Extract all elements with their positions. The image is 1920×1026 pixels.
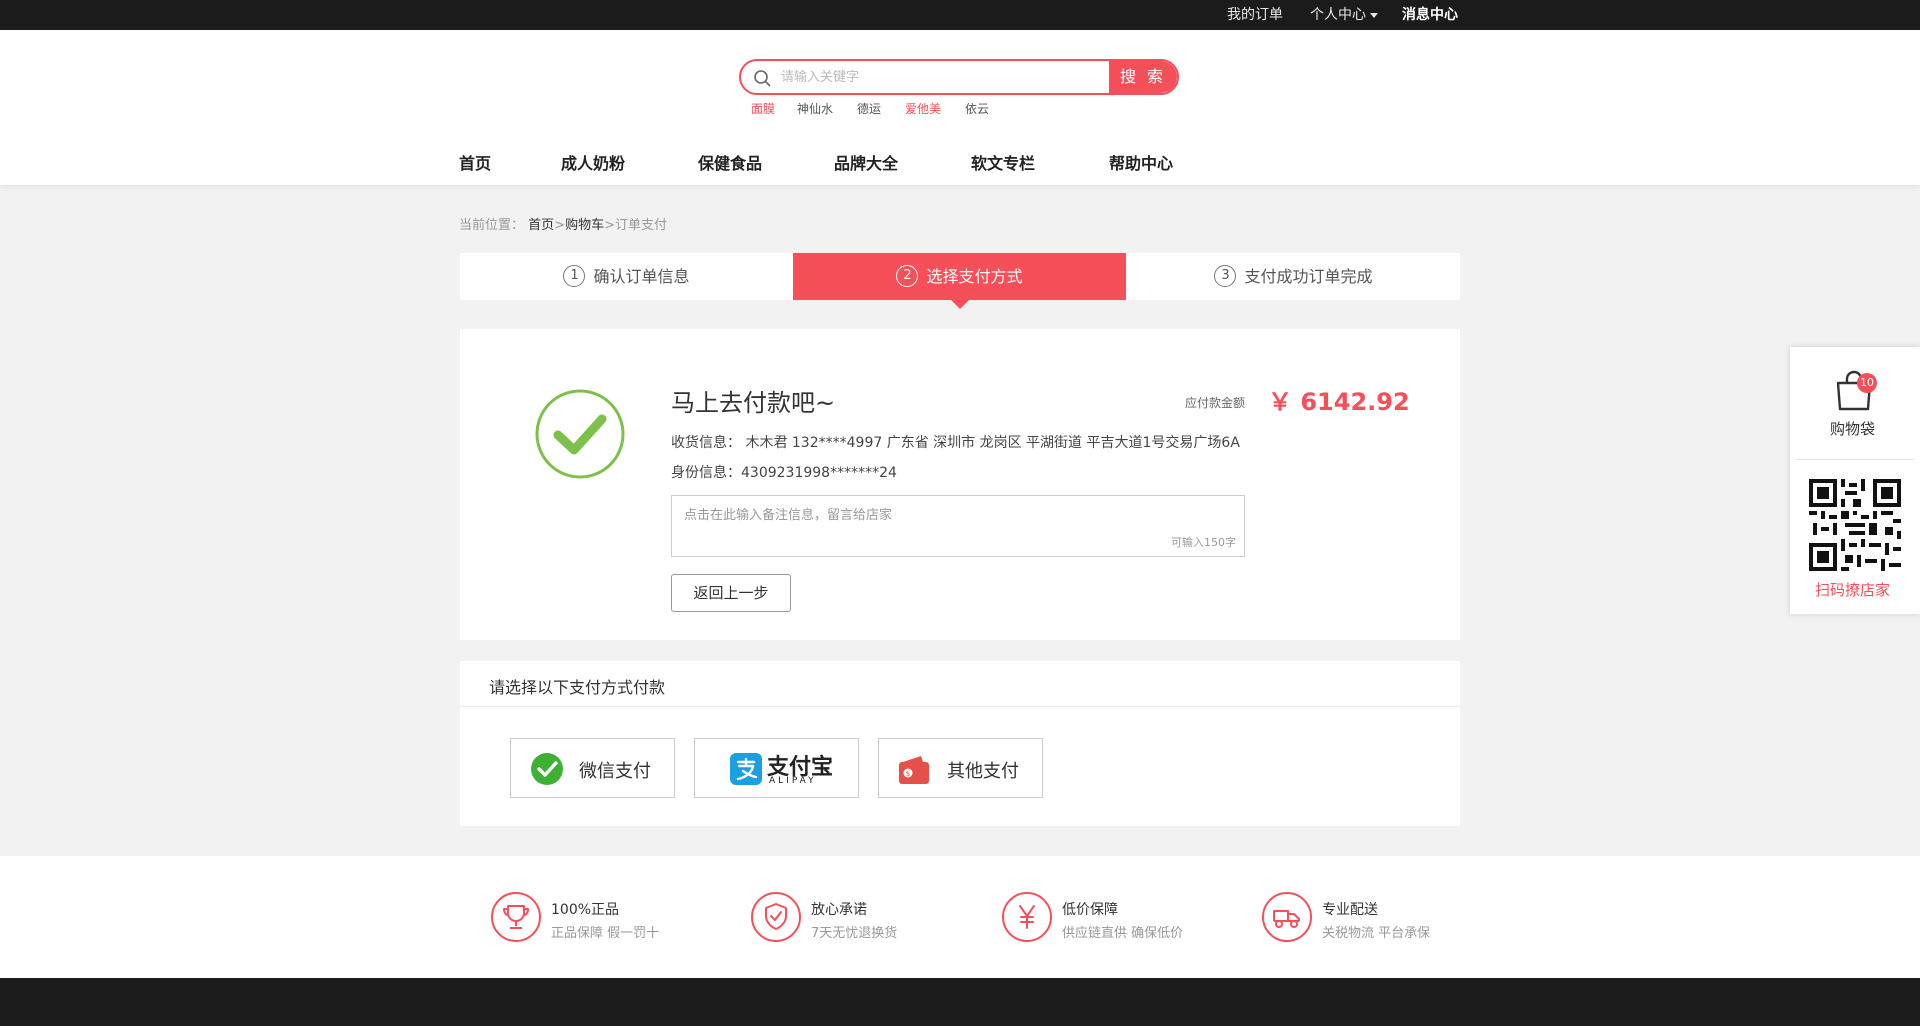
amount-due: ￥ 6142.92 xyxy=(1268,388,1410,416)
guarantee-subtitle: 关税物流 平台承保 xyxy=(1322,926,1431,941)
nav-item-health-food[interactable]: 保健食品 xyxy=(698,150,762,174)
identity-label: 身份信息： xyxy=(671,465,741,481)
back-button[interactable]: 返回上一步 xyxy=(671,574,791,612)
step-label: 支付成功订单完成 xyxy=(1244,267,1373,286)
cart-label[interactable]: 购物袋 xyxy=(1830,418,1875,439)
step-select-payment: 2 选择支付方式 xyxy=(793,253,1126,300)
cart-count-badge: 10 xyxy=(1857,373,1877,393)
breadcrumb-home[interactable]: 首页 xyxy=(528,218,554,233)
divider xyxy=(1796,459,1914,460)
step-number: 2 xyxy=(896,264,919,287)
nav-item-help[interactable]: 帮助中心 xyxy=(1109,150,1173,174)
checkout-steps: 1 确认订单信息 2 选择支付方式 3 支付成功订单完成 xyxy=(460,253,1460,300)
qr-code xyxy=(1809,479,1901,571)
caret-down-icon xyxy=(1370,12,1378,18)
hot-keyword[interactable]: 爱他美 xyxy=(905,100,941,117)
search-input[interactable] xyxy=(779,61,1099,93)
step-number: 3 xyxy=(1214,264,1237,287)
identity-value: 4309231998*******24 xyxy=(741,465,897,481)
alipay-icon xyxy=(730,753,762,785)
breadcrumb-separator: > xyxy=(554,218,566,233)
breadcrumb-separator: > xyxy=(604,218,615,233)
payment-title: 马上去付款吧~ xyxy=(671,389,836,417)
divider xyxy=(460,706,1460,707)
svg-text:$: $ xyxy=(906,770,910,778)
header xyxy=(0,30,1920,185)
nav-item-articles[interactable]: 软文专栏 xyxy=(971,150,1035,174)
step-label: 确认订单信息 xyxy=(593,267,690,286)
receiver-info: 收货信息： 木木君 132****4997 广东省 深圳市 龙岗区 平湖街道 平… xyxy=(671,432,1240,452)
search-box: 搜 索 xyxy=(739,59,1179,95)
guarantee-title: 放心承诺 xyxy=(811,902,867,918)
wallet-icon: $ xyxy=(899,756,929,784)
hot-keyword[interactable]: 面膜 xyxy=(751,100,775,117)
hot-keyword[interactable]: 神仙水 xyxy=(797,100,833,117)
guarantee-title: 专业配送 xyxy=(1322,902,1378,918)
breadcrumb-prefix: 当前位置： xyxy=(459,218,525,233)
yen-icon xyxy=(1002,892,1052,942)
guarantee-title: 低价保障 xyxy=(1062,902,1118,918)
hot-keyword[interactable]: 依云 xyxy=(965,100,989,117)
personal-center-label: 个人中心 xyxy=(1310,7,1366,23)
active-step-pointer xyxy=(951,300,969,309)
guarantee-bar xyxy=(0,856,1920,978)
alipay-english-label: ALIPAY xyxy=(769,776,817,786)
my-orders-link[interactable]: 我的订单 xyxy=(1227,0,1283,30)
breadcrumb: 当前位置： 首页>购物车>订单支付 xyxy=(459,214,667,233)
other-pay-button[interactable]: $ 其他支付 xyxy=(878,738,1043,798)
footer xyxy=(0,978,1920,1026)
remark-textarea[interactable]: 点击在此输入备注信息，留言给店家 可输入150字 xyxy=(671,495,1245,557)
message-center-link[interactable]: 消息中心 xyxy=(1402,0,1458,30)
trophy-icon xyxy=(491,892,541,942)
order-panel xyxy=(460,329,1460,640)
search-button[interactable]: 搜 索 xyxy=(1109,61,1177,93)
success-check-icon xyxy=(535,389,625,479)
remark-char-limit: 可输入150字 xyxy=(1171,536,1236,549)
delivery-truck-icon xyxy=(1262,892,1312,942)
nav-item-brands[interactable]: 品牌大全 xyxy=(834,150,898,174)
guarantee-subtitle: 正品保障 假一罚十 xyxy=(551,926,660,941)
wechat-icon xyxy=(531,753,563,785)
other-pay-label: 其他支付 xyxy=(947,761,1019,782)
identity-info: 身份信息：4309231998*******24 xyxy=(671,462,897,482)
guarantee-title: 100%正品 xyxy=(551,902,620,918)
personal-center-menu[interactable]: 个人中心 xyxy=(1310,0,1378,30)
guarantee-subtitle: 供应链直供 确保低价 xyxy=(1062,926,1184,941)
hot-keyword[interactable]: 德运 xyxy=(857,100,881,117)
step-number: 1 xyxy=(563,264,586,287)
step-confirm-order: 1 确认订单信息 xyxy=(460,253,793,300)
shield-check-icon xyxy=(751,892,801,942)
breadcrumb-cart[interactable]: 购物车 xyxy=(565,218,604,233)
top-bar: 我的订单 个人中心 消息中心 xyxy=(0,0,1920,30)
receiver-label: 收货信息： xyxy=(671,435,741,451)
nav-item-home[interactable]: 首页 xyxy=(459,150,491,174)
wechat-pay-label: 微信支付 xyxy=(579,761,651,782)
step-label: 选择支付方式 xyxy=(926,267,1023,286)
wechat-pay-button[interactable]: 微信支付 xyxy=(510,738,675,798)
receiver-value: 木木君 132****4997 广东省 深圳市 龙岗区 平湖街道 平吉大道1号交… xyxy=(745,435,1240,451)
search-icon xyxy=(754,70,771,87)
step-payment-complete: 3 支付成功订单完成 xyxy=(1127,253,1460,300)
guarantee-subtitle: 7天无忧退换货 xyxy=(811,926,898,941)
amount-label: 应付款金额 xyxy=(1185,396,1246,410)
breadcrumb-current: 订单支付 xyxy=(615,218,668,233)
payment-method-title: 请选择以下支付方式付款 xyxy=(489,678,666,697)
alipay-button[interactable]: 支付宝 ALIPAY xyxy=(694,738,859,798)
nav-item-adult-milk[interactable]: 成人奶粉 xyxy=(561,150,625,174)
qr-label: 扫码撩店家 xyxy=(1815,581,1891,599)
remark-placeholder: 点击在此输入备注信息，留言给店家 xyxy=(684,508,893,523)
